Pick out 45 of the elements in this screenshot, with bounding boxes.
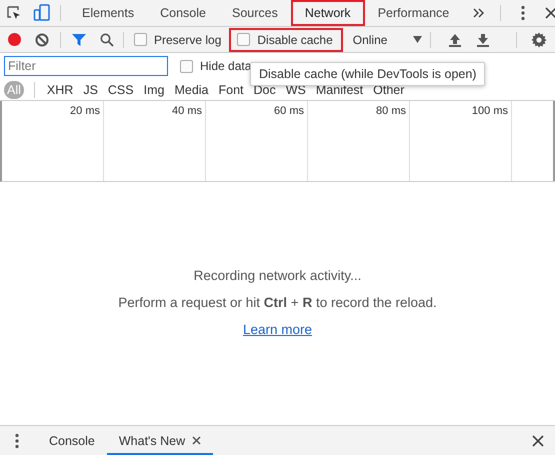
inspect-icon[interactable]: [6, 5, 22, 21]
tooltip: Disable cache (while DevTools is open): [250, 62, 486, 86]
clear-icon[interactable]: [35, 32, 49, 46]
more-options-icon[interactable]: [521, 5, 526, 21]
panel-tab[interactable]: Elements: [69, 0, 148, 26]
panel-tab[interactable]: Console: [147, 0, 219, 26]
checkbox[interactable]: [134, 33, 147, 46]
time-tick-label: 40 ms: [172, 105, 202, 117]
checkbox[interactable]: [180, 60, 193, 72]
record-button[interactable]: [8, 33, 20, 46]
upload-icon[interactable]: [449, 32, 462, 46]
device-icon[interactable]: [33, 4, 51, 22]
close-icon[interactable]: [545, 7, 555, 19]
download-icon[interactable]: [477, 32, 490, 46]
panel-tab[interactable]: Sources: [218, 0, 291, 26]
type-filter-button[interactable]: CSS: [104, 80, 138, 98]
more-options-icon[interactable]: [15, 432, 19, 448]
type-filter-button[interactable]: XHR: [42, 80, 78, 98]
throttling-dropdown[interactable]: Online: [352, 28, 422, 52]
checkbox-option[interactable]: Disable cache: [229, 28, 343, 52]
time-tick-label: 60 ms: [274, 105, 304, 117]
search-icon[interactable]: [100, 32, 114, 46]
checkbox-option[interactable]: Preserve log: [128, 28, 230, 52]
time-tick-label: 80 ms: [376, 105, 406, 117]
close-icon[interactable]: [532, 434, 544, 446]
close-icon[interactable]: [192, 436, 202, 445]
type-filter-button[interactable]: Media: [170, 80, 212, 98]
type-filter-button[interactable]: Img: [140, 80, 168, 98]
time-tick-label: 20 ms: [70, 105, 100, 117]
checkbox[interactable]: [237, 33, 250, 46]
settings-icon[interactable]: [531, 32, 547, 48]
drawer-tab[interactable]: What's New: [106, 428, 214, 455]
status-message: Recording network activity...: [194, 268, 362, 283]
panel-tab[interactable]: Network: [290, 0, 365, 26]
type-filter-button[interactable]: JS: [79, 80, 102, 98]
hint-text: Perform a request or hit Ctrl + R to record the reload.: [118, 295, 437, 310]
learn-more-link[interactable]: Learn more: [242, 322, 312, 337]
drawer-tab[interactable]: Console: [37, 428, 107, 455]
filter-icon[interactable]: [71, 32, 87, 46]
filter-field[interactable]: Filter: [4, 56, 168, 76]
panel-tab[interactable]: Performance: [364, 0, 462, 26]
type-filter-button[interactable]: Font: [214, 80, 248, 98]
time-tick-label: 100 ms: [472, 105, 508, 117]
chevron-icon[interactable]: [472, 8, 484, 18]
caret-icon: [413, 36, 422, 43]
